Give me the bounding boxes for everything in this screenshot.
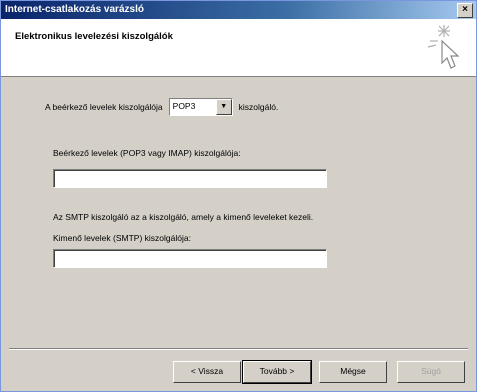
next-button[interactable]: Tovább > — [242, 360, 312, 384]
smtp-info-text: Az SMTP kiszolgáló az a kiszolgáló, amel… — [53, 212, 314, 222]
incoming-type-row: A beérkező levelek kiszolgálója POP3 ▼ k… — [45, 98, 279, 116]
wizard-window: Internet-csatlakozás varázsló × Elektron… — [0, 0, 477, 392]
page-title: Elektronikus levelezési kiszolgálók — [15, 31, 173, 42]
outgoing-server-input[interactable] — [53, 249, 327, 268]
help-button[interactable]: Súgó — [397, 361, 465, 383]
cancel-button[interactable]: Mégse — [319, 361, 387, 383]
close-button[interactable]: × — [457, 3, 473, 18]
incoming-type-select[interactable]: POP3 ▼ — [168, 98, 233, 116]
wizard-cursor-icon — [427, 25, 460, 69]
wizard-header: Elektronikus levelezési kiszolgálók — [1, 19, 476, 77]
title-bar[interactable]: Internet-csatlakozás varázsló × — [1, 1, 476, 19]
back-button[interactable]: < Vissza — [173, 361, 241, 383]
incoming-type-value: POP3 — [172, 101, 196, 111]
button-separator — [9, 348, 468, 350]
incoming-server-input[interactable] — [53, 169, 327, 188]
incoming-type-suffix: kiszolgáló. — [238, 102, 279, 112]
window-title: Internet-csatlakozás varázsló — [5, 4, 144, 15]
chevron-down-icon[interactable]: ▼ — [215, 99, 232, 115]
outgoing-server-label: Kimenő levelek (SMTP) kiszolgálója: — [53, 233, 191, 243]
incoming-server-label: Beérkező levelek (POP3 vagy IMAP) kiszol… — [53, 148, 241, 158]
incoming-type-prefix: A beérkező levelek kiszolgálója — [45, 102, 163, 112]
